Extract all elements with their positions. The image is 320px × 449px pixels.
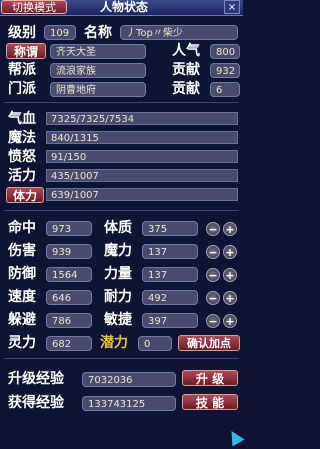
- faction-label: 帮派: [8, 62, 36, 78]
- agility-minus-button[interactable]: −: [206, 314, 220, 328]
- divider: [4, 358, 239, 359]
- level-value: 109: [44, 25, 76, 40]
- potential-label: 潜力: [100, 335, 128, 351]
- potential-value: 0: [138, 336, 172, 351]
- popularity-value: 800: [210, 44, 240, 59]
- damage-value: 939: [46, 244, 92, 259]
- hp-label: 气血: [8, 111, 36, 127]
- faction-contribution-label: 贡献: [172, 62, 200, 78]
- speed-label: 速度: [8, 289, 36, 305]
- anger-bar: 91/150: [46, 150, 238, 163]
- confirm-points-button[interactable]: 确认加点: [178, 335, 240, 351]
- faction-value: 流浪家族: [50, 63, 146, 78]
- divider: [4, 210, 239, 211]
- spirit-label: 灵力: [8, 335, 36, 351]
- cursor-icon: [225, 427, 245, 447]
- magic-value: 137: [142, 244, 198, 259]
- sect-label: 门派: [8, 81, 36, 97]
- hp-bar: 7325/7325/7534: [46, 112, 238, 125]
- popularity-label: 人气: [172, 43, 200, 59]
- name-value: 丿Top〃柴少: [120, 25, 238, 40]
- gained-exp-value: 133743125: [82, 396, 176, 411]
- anger-label: 愤怒: [8, 149, 36, 165]
- upgrade-exp-label: 升级经验: [8, 371, 64, 387]
- physique-plus-button[interactable]: +: [223, 222, 237, 236]
- endurance-value: 492: [142, 290, 198, 305]
- agility-plus-button[interactable]: +: [223, 314, 237, 328]
- sect-value: 阴曹地府: [50, 82, 146, 97]
- dodge-value: 786: [46, 313, 92, 328]
- mp-label: 魔法: [8, 130, 36, 146]
- level-up-button[interactable]: 升 级: [182, 370, 238, 386]
- magic-plus-button[interactable]: +: [223, 245, 237, 259]
- magic-label: 魔力: [104, 243, 132, 259]
- mp-bar: 840/1315: [46, 131, 238, 144]
- endurance-label: 耐力: [104, 289, 132, 305]
- window-title: 人物状态: [100, 0, 149, 14]
- endurance-plus-button[interactable]: +: [223, 291, 237, 305]
- agility-value: 397: [142, 313, 198, 328]
- close-icon[interactable]: ×: [224, 0, 240, 14]
- vigor-label: 活力: [8, 168, 36, 184]
- strength-minus-button[interactable]: −: [206, 268, 220, 282]
- name-label: 名称: [84, 25, 112, 41]
- nickname-button[interactable]: 称谓: [6, 43, 46, 59]
- physique-minus-button[interactable]: −: [206, 222, 220, 236]
- vigor-bar: 435/1007: [46, 169, 238, 182]
- endurance-minus-button[interactable]: −: [206, 291, 220, 305]
- physique-value: 375: [142, 221, 198, 236]
- dodge-label: 躲避: [8, 312, 36, 328]
- agility-label: 敏捷: [104, 312, 132, 328]
- defense-label: 防御: [8, 266, 36, 282]
- divider: [4, 102, 239, 103]
- strength-plus-button[interactable]: +: [223, 268, 237, 282]
- nickname-value: 齐天大圣: [50, 44, 146, 59]
- gained-exp-label: 获得经验: [8, 395, 64, 411]
- stamina-button[interactable]: 体力: [6, 187, 44, 203]
- upgrade-exp-value: 7032036: [82, 372, 176, 387]
- stamina-bar: 639/1007: [46, 188, 238, 201]
- sect-contribution-label: 贡献: [172, 81, 200, 97]
- physique-label: 体质: [104, 220, 132, 236]
- level-label: 级别: [8, 25, 36, 41]
- speed-value: 646: [46, 290, 92, 305]
- defense-value: 1564: [46, 267, 92, 282]
- hit-label: 命中: [8, 220, 36, 236]
- magic-minus-button[interactable]: −: [206, 245, 220, 259]
- faction-contribution-value: 932: [210, 63, 240, 78]
- spirit-value: 682: [46, 336, 92, 351]
- skills-button[interactable]: 技 能: [182, 394, 238, 410]
- damage-label: 伤害: [8, 243, 36, 259]
- strength-value: 137: [142, 267, 198, 282]
- sect-contribution-value: 6: [210, 82, 240, 97]
- switch-mode-button[interactable]: 切换模式: [1, 0, 67, 14]
- hit-value: 973: [46, 221, 92, 236]
- strength-label: 力量: [104, 266, 132, 282]
